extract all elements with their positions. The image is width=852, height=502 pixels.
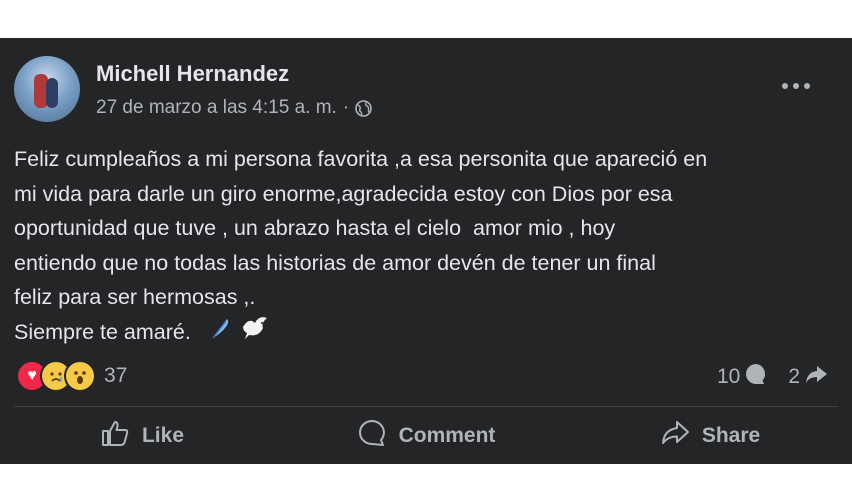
comment-bubble-icon	[744, 362, 768, 392]
post-meta: 27 de marzo a las 4:15 a. m. ·	[96, 97, 372, 119]
thumbs-up-icon	[100, 419, 130, 453]
post-text: Feliz cumpleaños a mi persona favorita ,…	[14, 142, 834, 351]
engagement-stats: 10 2	[717, 362, 828, 392]
wow-reaction-icon	[64, 360, 96, 392]
comment-button[interactable]: Comment	[284, 408, 568, 464]
comment-count-link[interactable]: 10	[717, 362, 768, 392]
post-text-line-last: Siempre te amaré.	[14, 315, 834, 352]
author-name[interactable]: Michell Hernandez	[96, 61, 289, 87]
post-timestamp[interactable]: 27 de marzo a las 4:15 a. m.	[96, 97, 337, 119]
reaction-summary[interactable]: ♥ 37	[16, 360, 127, 392]
action-bar: Like Comment Share	[0, 408, 852, 464]
post-text-line: entiendo que no todas las historias de a…	[14, 250, 656, 275]
comment-label: Comment	[398, 424, 496, 447]
share-label: Share	[701, 424, 761, 447]
dove-icon	[241, 315, 269, 352]
post-text-line: mi vida para darle un giro enorme,agrade…	[14, 181, 673, 206]
post-text-line: Siempre te amaré.	[14, 319, 191, 344]
feather-icon	[209, 316, 231, 351]
comment-count: 10	[716, 365, 741, 388]
author-avatar[interactable]	[14, 56, 80, 122]
share-button[interactable]: Share	[568, 408, 852, 464]
like-label: Like	[141, 424, 185, 447]
reaction-count: 37	[104, 364, 128, 387]
globe-icon[interactable]	[355, 99, 372, 117]
share-icon	[660, 419, 690, 453]
action-divider	[14, 406, 838, 407]
share-count: 2	[788, 365, 800, 388]
facebook-post-card: Michell Hernandez 27 de marzo a las 4:15…	[0, 38, 852, 464]
post-text-line: Feliz cumpleaños a mi persona favorita ,…	[14, 147, 708, 171]
post-text-line: feliz para ser hermosas ,.	[14, 285, 256, 309]
meta-separator: ·	[342, 97, 350, 118]
share-arrow-icon	[804, 362, 828, 392]
like-button[interactable]: Like	[0, 408, 284, 464]
more-options-icon[interactable]	[778, 74, 814, 98]
post-text-line: oportunidad que tuve , un abrazo hasta e…	[14, 216, 616, 240]
comment-icon	[357, 419, 387, 453]
share-count-link[interactable]: 2	[788, 362, 828, 392]
